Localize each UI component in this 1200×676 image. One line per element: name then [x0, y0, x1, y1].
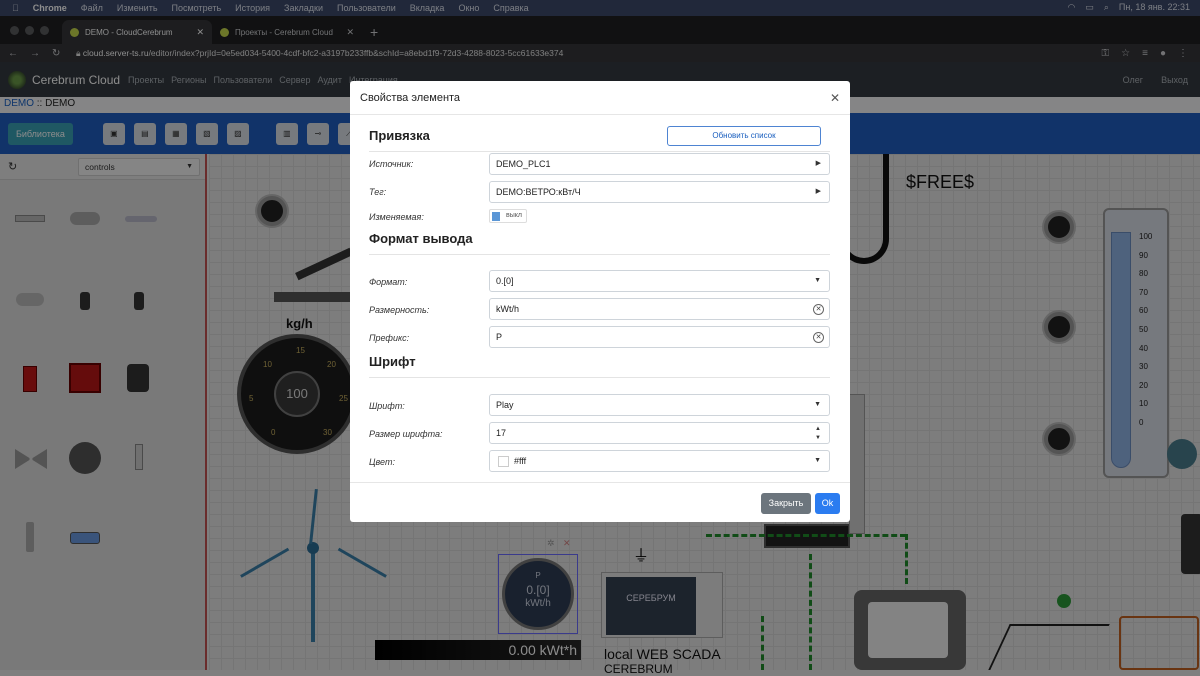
editable-label: Изменяемая: [369, 212, 424, 222]
refresh-list-button[interactable]: Обновить список [667, 126, 821, 146]
chevron-right-icon: ▶ [815, 160, 821, 167]
section-binding: Привязка [369, 128, 430, 143]
close-icon[interactable]: ✕ [830, 91, 840, 105]
divider [369, 151, 830, 152]
chevron-down-icon: ▼ [814, 457, 821, 464]
font-value: Play [496, 400, 514, 410]
dimension-input[interactable]: kWt/h ✕ [489, 298, 830, 320]
clear-icon[interactable]: ✕ [813, 304, 824, 315]
format-select[interactable]: 0.[0] ▼ [489, 270, 830, 292]
chevron-down-icon: ▼ [814, 401, 821, 408]
source-label: Источник: [369, 159, 414, 169]
format-value: 0.[0] [496, 276, 514, 286]
section-output-format: Формат вывода [369, 231, 473, 246]
font-size-label: Размер шрифта: [369, 429, 443, 439]
font-size-stepper[interactable]: 17 ▲ ▼ [489, 422, 830, 444]
section-font: Шрифт [369, 354, 416, 369]
font-select[interactable]: Play ▼ [489, 394, 830, 416]
dialog-title: Свойства элемента [350, 81, 850, 115]
divider [369, 254, 830, 255]
spinner-arrows-icon[interactable]: ▲ ▼ [815, 425, 821, 443]
dimension-value: kWt/h [496, 304, 520, 314]
dialog-footer-divider [350, 482, 850, 483]
dimension-label: Размерность: [369, 305, 430, 315]
toggle-knob [492, 212, 500, 221]
chevron-right-icon: ▶ [815, 188, 821, 195]
format-label: Формат: [369, 277, 408, 287]
color-picker[interactable]: #fff ▼ [489, 450, 830, 472]
color-label: Цвет: [369, 457, 395, 467]
element-properties-dialog: Свойства элемента ✕ Привязка Обновить сп… [350, 81, 850, 522]
chevron-down-icon: ▼ [814, 277, 821, 284]
source-select[interactable]: DEMO_PLC1 ▶ [489, 153, 830, 175]
tag-value: DEMO:ВЕТРО:кВт/Ч [496, 187, 581, 197]
source-value: DEMO_PLC1 [496, 159, 551, 169]
tag-select[interactable]: DEMO:ВЕТРО:кВт/Ч ▶ [489, 181, 830, 203]
prefix-input[interactable]: P ✕ [489, 326, 830, 348]
tag-label: Тег: [369, 187, 387, 197]
prefix-value: P [496, 332, 503, 342]
toggle-text: выкл [506, 212, 522, 219]
divider [369, 377, 830, 378]
color-value: #fff [514, 456, 527, 466]
color-swatch [498, 456, 509, 467]
font-size-value: 17 [496, 428, 507, 438]
font-label: Шрифт: [369, 401, 405, 411]
ok-button[interactable]: Ok [815, 493, 840, 514]
prefix-label: Префикс: [369, 333, 410, 343]
close-button[interactable]: Закрыть [761, 493, 811, 514]
editable-toggle[interactable]: выкл [489, 209, 527, 223]
clear-icon[interactable]: ✕ [813, 332, 824, 343]
